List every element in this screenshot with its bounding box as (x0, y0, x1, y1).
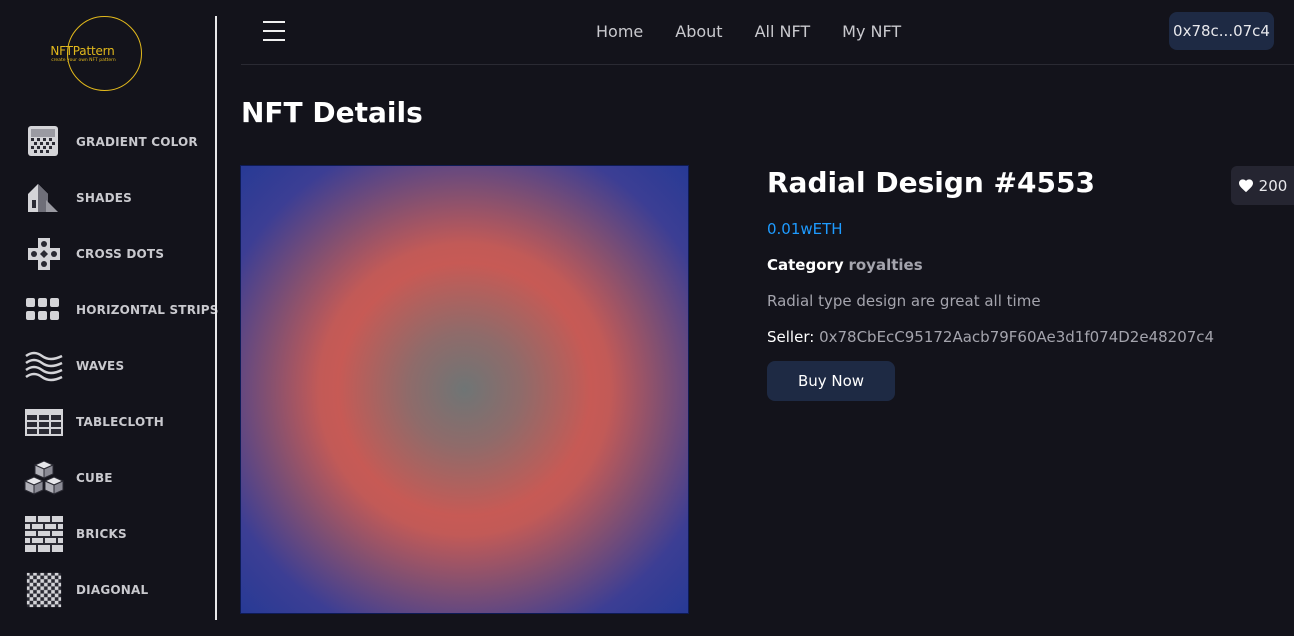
horizontal-strips-icon (26, 298, 59, 320)
nav-home-link[interactable]: Home (596, 22, 643, 41)
sidebar-item-label: BRICKS (76, 527, 127, 541)
sidebar: NFTPattern create your own NFT pattern G… (0, 0, 218, 636)
sidebar-item-cube[interactable]: CUBE (24, 458, 113, 498)
logo-name: NFTPattern (50, 44, 115, 58)
cube-icon (24, 460, 64, 495)
nft-category: Category royalties (767, 256, 923, 274)
hamburger-icon (263, 21, 285, 23)
header-divider (241, 64, 1294, 65)
sidebar-item-gradient-color[interactable]: GRADIENT COLOR (24, 122, 198, 162)
nav-my-nft-link[interactable]: My NFT (842, 22, 901, 41)
sidebar-item-horizontal-strips[interactable]: HORIZONTAL STRIPS (24, 290, 219, 330)
sidebar-item-label: GRADIENT COLOR (76, 135, 198, 149)
seller-address: 0x78CbEcC95172Aacb79F60Ae3d1f074D2e48207… (819, 328, 1215, 346)
shades-icon (28, 184, 58, 212)
sidebar-item-diagonal[interactable]: DIAGONAL (24, 570, 148, 610)
sidebar-item-label: TABLECLOTH (76, 415, 164, 429)
nav-all-nft-link[interactable]: All NFT (755, 22, 811, 41)
hamburger-icon (263, 30, 285, 32)
category-label: Category (767, 256, 844, 274)
sidebar-item-tablecloth[interactable]: TABLECLOTH (24, 402, 164, 442)
sidebar-item-label: HORIZONTAL STRIPS (76, 303, 219, 317)
nft-name: Radial Design #4553 (767, 166, 1095, 199)
sidebar-item-label: DIAGONAL (76, 583, 149, 597)
sidebar-item-waves[interactable]: WAVES (24, 346, 124, 386)
diagonal-icon (26, 572, 62, 608)
page-title: NFT Details (241, 96, 423, 129)
gradient-icon (28, 126, 58, 156)
like-button[interactable]: 200 (1231, 166, 1294, 205)
nft-seller: Seller: 0x78CbEcC95172Aacb79F60Ae3d1f074… (767, 328, 1214, 346)
seller-label: Seller: (767, 328, 815, 346)
hamburger-icon (263, 39, 285, 41)
sidebar-item-cross-dots[interactable]: CROSS DOTS (24, 234, 164, 274)
tablecloth-icon (25, 409, 63, 436)
heart-icon (1238, 179, 1253, 193)
menu-toggle-button[interactable] (263, 21, 285, 43)
like-count: 200 (1258, 176, 1288, 195)
sidebar-item-label: SHADES (76, 191, 132, 205)
logo[interactable]: NFTPattern create your own NFT pattern (50, 16, 142, 91)
nft-price: 0.01wETH (767, 220, 843, 238)
sidebar-item-bricks[interactable]: BRICKS (24, 514, 127, 554)
nft-description: Radial type design are great all time (767, 292, 1041, 310)
sidebar-item-label: CROSS DOTS (76, 247, 165, 261)
sidebar-item-label: CUBE (76, 471, 113, 485)
sidebar-divider (215, 16, 217, 620)
sidebar-item-shades[interactable]: SHADES (24, 178, 132, 218)
nav-about-link[interactable]: About (675, 22, 722, 41)
category-value: royalties (848, 256, 923, 274)
buy-now-button[interactable]: Buy Now (767, 361, 895, 401)
top-nav: Home About All NFT My NFT (596, 22, 933, 41)
logo-tagline: create your own NFT pattern (51, 58, 116, 63)
sidebar-item-label: WAVES (76, 359, 125, 373)
waves-icon (25, 351, 63, 382)
nft-image (240, 165, 689, 614)
cross-dots-icon (28, 238, 60, 270)
bricks-icon (25, 516, 63, 552)
wallet-address-button[interactable]: 0x78c...07c4 (1169, 12, 1274, 50)
